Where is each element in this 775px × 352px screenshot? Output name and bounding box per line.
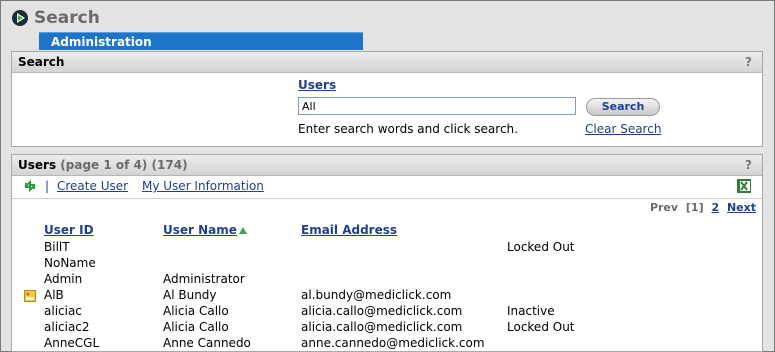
search-panel-header: Search ?	[12, 52, 762, 73]
app-header: Search	[11, 7, 100, 29]
tab-administration[interactable]: Administration	[39, 32, 363, 50]
pager-prev: Prev	[649, 201, 679, 214]
cell-user-id: aliciac2	[44, 320, 90, 334]
app-window: Search Administration Search ? Users Sea…	[0, 0, 775, 352]
toolbar-separator: |	[45, 179, 50, 193]
cell-user-id: AnneCGL	[44, 336, 100, 350]
users-toolbar: | Create User My User Information	[12, 176, 762, 199]
create-user-link[interactable]: Create User	[57, 179, 128, 193]
users-table: User ID User Name Email Address BillT Lo…	[12, 223, 762, 352]
search-panel: Search ? Users Search Enter search words…	[11, 51, 763, 147]
cell-user-id: aliciac	[44, 304, 82, 318]
cell-email: al.bundy@mediclick.com	[301, 288, 452, 302]
cell-user-name: Administrator	[163, 272, 245, 286]
column-header-user-id[interactable]: User ID	[44, 223, 94, 237]
cell-user-name: Alicia Callo	[163, 320, 229, 334]
pager-next[interactable]: Next	[727, 201, 756, 214]
pager-current: [1]	[685, 201, 704, 214]
search-input[interactable]	[298, 97, 576, 115]
table-row[interactable]: aliciac2 Alicia Callo alicia.callo@medic…	[12, 320, 762, 336]
user-card-icon	[24, 290, 36, 302]
cell-user-name: Al Bundy	[163, 288, 217, 302]
sort-ascending-icon	[238, 226, 247, 234]
table-row[interactable]: BillT Locked Out	[12, 240, 762, 256]
cell-user-id: BillT	[44, 240, 70, 254]
excel-export-icon[interactable]	[736, 178, 752, 194]
cell-email: anne.cannedo@mediclick.com	[301, 336, 485, 350]
table-row[interactable]: AlB Al Bundy al.bundy@mediclick.com	[12, 288, 762, 304]
help-icon[interactable]: ?	[745, 52, 752, 72]
pagination: Prev [1] 2 Next	[646, 201, 756, 214]
page-title: Search	[34, 8, 100, 28]
search-panel-title: Search	[18, 55, 65, 69]
app-logo-icon	[12, 10, 28, 26]
column-header-email-address[interactable]: Email Address	[301, 223, 397, 237]
search-field-label-users[interactable]: Users	[298, 78, 336, 92]
column-header-user-name[interactable]: User Name	[163, 223, 237, 237]
table-row[interactable]: AnneCGL Anne Cannedo anne.cannedo@medicl…	[12, 336, 762, 352]
cell-user-id: Admin	[44, 272, 83, 286]
search-button[interactable]: Search	[586, 98, 660, 116]
help-icon[interactable]: ?	[745, 155, 752, 175]
pager-page-2[interactable]: 2	[711, 201, 719, 214]
table-row[interactable]: aliciac Alicia Callo alicia.callo@medicl…	[12, 304, 762, 320]
cell-user-name: Alicia Callo	[163, 304, 229, 318]
table-row[interactable]: Admin Administrator	[12, 272, 762, 288]
cell-status: Locked Out	[507, 320, 575, 334]
users-panel-header: Users (page 1 of 4) (174) ?	[12, 155, 762, 176]
search-hint: Enter search words and click search.	[298, 122, 518, 136]
cell-user-id: NoName	[44, 256, 96, 270]
table-header: User ID User Name Email Address	[12, 223, 762, 240]
users-panel-title: Users	[18, 158, 57, 172]
my-user-information-link[interactable]: My User Information	[142, 179, 264, 193]
table-row[interactable]: NoName	[12, 256, 762, 272]
cell-email: alicia.callo@mediclick.com	[301, 304, 463, 318]
clear-search-link[interactable]: Clear Search	[585, 122, 661, 136]
cell-email: alicia.callo@mediclick.com	[301, 320, 463, 334]
page-info: (page 1 of 4) (174)	[60, 158, 188, 172]
column-header-user-name-wrap: User Name	[163, 223, 248, 237]
refresh-arrows-icon[interactable]	[22, 178, 38, 194]
cell-status: Locked Out	[507, 240, 575, 254]
cell-status: Inactive	[507, 304, 555, 318]
cell-user-name: Anne Cannedo	[163, 336, 251, 350]
users-panel: Users (page 1 of 4) (174) ? | Create Use…	[11, 154, 763, 352]
cell-user-id: AlB	[44, 288, 64, 302]
